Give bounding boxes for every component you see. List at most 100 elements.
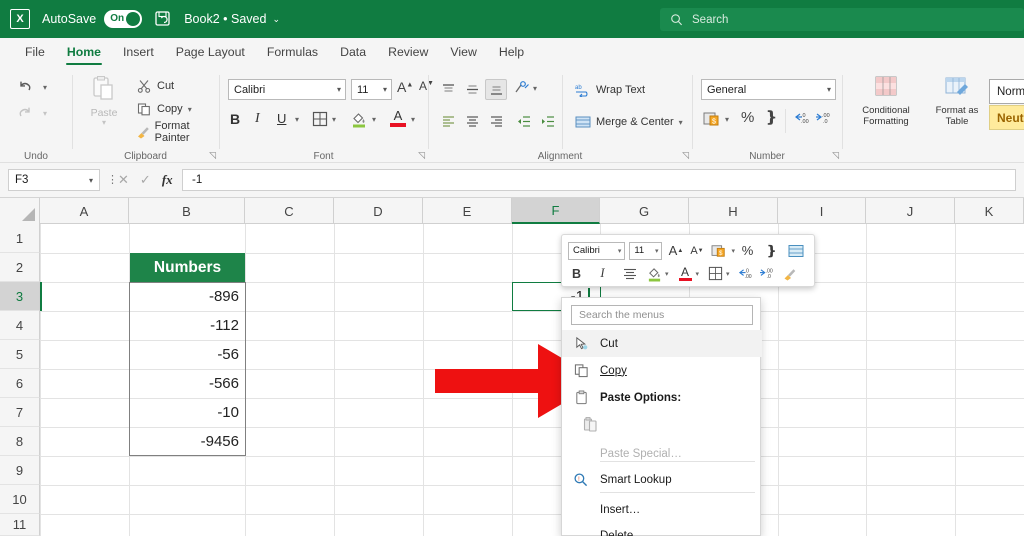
mini-font-name-input[interactable]: Calibri ▾ [568, 241, 626, 260]
paste-button[interactable]: Paste ▾ [81, 75, 127, 127]
increase-font-size-button[interactable]: A▲ [397, 79, 413, 95]
increase-indent-button[interactable] [537, 111, 559, 132]
column-header-g[interactable]: G [600, 198, 689, 224]
chevron-down-icon[interactable]: ▾ [89, 176, 93, 185]
tab-help[interactable]: Help [488, 38, 535, 67]
mini-format-painter-button[interactable] [781, 263, 798, 284]
row-header-6[interactable]: 6 [0, 369, 40, 398]
conditional-formatting-button[interactable]: Conditional Formatting [849, 76, 923, 127]
underline-button[interactable]: U [277, 111, 286, 126]
font-color-button[interactable]: A [390, 109, 406, 127]
column-header-e[interactable]: E [423, 198, 512, 224]
cell-style-neutral[interactable]: Neutral [989, 105, 1024, 130]
copy-button[interactable]: Copy ▾ [135, 99, 192, 119]
chevron-down-icon[interactable]: ▾ [337, 85, 341, 94]
column-header-d[interactable]: D [334, 198, 423, 224]
decrease-decimal-button[interactable]: .00.0 [815, 111, 832, 129]
mini-conditional-format-button[interactable] [787, 240, 804, 261]
mini-font-color-button[interactable]: A [677, 263, 694, 284]
row-header-5[interactable]: 5 [0, 340, 40, 369]
workbook-name[interactable]: Book2 • Saved [184, 12, 266, 26]
column-header-j[interactable]: J [866, 198, 955, 224]
align-top-button[interactable] [437, 79, 459, 100]
context-menu[interactable]: Search the menus Cut Copy Paste Options:… [561, 297, 762, 536]
tab-insert[interactable]: Insert [112, 38, 165, 67]
bold-button[interactable]: B [230, 111, 240, 127]
cell-style-normal[interactable]: Normal [989, 79, 1024, 104]
mini-bold-button[interactable]: B [568, 263, 585, 284]
row-header-4[interactable]: 4 [0, 311, 40, 340]
format-painter-button[interactable]: Format Painter [135, 120, 218, 144]
column-header-i[interactable]: I [778, 198, 866, 224]
mini-fill-color-dropdown-icon[interactable]: ▾ [665, 270, 669, 278]
mini-comma-button[interactable]: ❵ [763, 240, 780, 261]
redo-button[interactable]: ▾ [16, 103, 47, 123]
column-header-h[interactable]: H [689, 198, 778, 224]
percent-style-button[interactable]: % [741, 109, 754, 126]
menu-item-paste-clipboard[interactable] [562, 411, 762, 438]
clipboard-dialog-launcher[interactable]: ◹ [209, 150, 216, 161]
menu-item-smart-lookup[interactable]: ! Smart Lookup [562, 466, 762, 493]
mini-percent-button[interactable]: % [739, 240, 756, 261]
chevron-down-icon[interactable]: ⌄ [272, 14, 280, 25]
search-input[interactable]: Search [660, 8, 1024, 31]
chevron-down-icon[interactable]: ▾ [827, 85, 831, 94]
mini-increase-font-size-button[interactable]: A ▲ [667, 240, 684, 261]
chevron-down-icon[interactable]: ▾ [383, 85, 387, 94]
underline-dropdown-icon[interactable]: ▾ [295, 115, 299, 124]
font-name-input[interactable]: Calibri ▾ [228, 79, 346, 100]
tab-home[interactable]: Home [56, 38, 112, 67]
format-as-table-button[interactable]: Format as Table [927, 76, 987, 127]
mini-decrease-font-size-button[interactable]: A ▼ [688, 240, 705, 261]
mini-borders-button[interactable] [707, 263, 724, 284]
font-dialog-launcher[interactable]: ◹ [418, 150, 425, 161]
redo-dropdown-icon[interactable]: ▾ [43, 109, 47, 118]
menu-item-cut[interactable]: Cut [562, 330, 762, 357]
accounting-dropdown-icon[interactable]: ▾ [725, 115, 729, 124]
accounting-format-button[interactable]: $ [703, 111, 721, 130]
cancel-icon[interactable]: ✕ [118, 172, 129, 188]
decrease-indent-button[interactable] [513, 111, 535, 132]
column-header-b[interactable]: B [129, 198, 245, 224]
tab-page-layout[interactable]: Page Layout [165, 38, 256, 67]
fill-color-button[interactable] [351, 111, 367, 131]
fill-color-dropdown-icon[interactable]: ▾ [372, 115, 376, 124]
row-header-10[interactable]: 10 [0, 485, 40, 514]
row-header-2[interactable]: 2 [0, 253, 40, 282]
tab-review[interactable]: Review [377, 38, 439, 67]
save-icon[interactable] [154, 10, 172, 28]
mini-font-color-dropdown-icon[interactable]: ▾ [696, 270, 700, 278]
mini-increase-decimal-button[interactable]: .0.00 [737, 263, 754, 284]
tab-file[interactable]: File [14, 38, 56, 67]
mini-decrease-decimal-button[interactable]: .00.0 [759, 263, 776, 284]
mini-formatting-toolbar[interactable]: Calibri ▾ 11 ▾ A ▲ A ▼ $ ▾ % ❵ B I ▾ A ▾… [561, 234, 815, 287]
increase-decimal-button[interactable]: .0.00 [793, 111, 810, 129]
borders-dropdown-icon[interactable]: ▾ [332, 115, 336, 124]
row-header-8[interactable]: 8 [0, 427, 40, 456]
column-header-c[interactable]: C [245, 198, 334, 224]
cut-button[interactable]: Cut [135, 76, 174, 96]
undo-dropdown-icon[interactable]: ▾ [43, 83, 47, 92]
mini-align-button[interactable] [621, 263, 638, 284]
tab-data[interactable]: Data [329, 38, 377, 67]
mini-italic-button[interactable]: I [594, 263, 611, 284]
number-format-select[interactable]: General ▾ [701, 79, 836, 100]
paste-dropdown-icon[interactable]: ▾ [81, 119, 127, 127]
font-color-dropdown-icon[interactable]: ▾ [411, 115, 415, 124]
align-right-button[interactable] [485, 111, 507, 132]
column-header-a[interactable]: A [40, 198, 129, 224]
row-header-9[interactable]: 9 [0, 456, 40, 485]
mini-font-size-input[interactable]: 11 ▾ [629, 241, 663, 260]
number-dialog-launcher[interactable]: ◹ [832, 150, 839, 161]
name-box[interactable]: F3 ▾ [8, 169, 100, 191]
align-bottom-button[interactable] [485, 79, 507, 100]
menu-item-copy[interactable]: Copy [562, 357, 762, 384]
merge-center-dropdown-icon[interactable]: ▾ [679, 118, 683, 127]
italic-button[interactable]: I [255, 111, 260, 127]
tab-formulas[interactable]: Formulas [256, 38, 329, 67]
confirm-icon[interactable]: ✓ [140, 172, 151, 188]
menu-item-insert[interactable]: Insert… [562, 496, 762, 523]
autosave-toggle[interactable]: On [104, 10, 143, 28]
orientation-button[interactable] [514, 81, 530, 99]
tab-view[interactable]: View [439, 38, 487, 67]
